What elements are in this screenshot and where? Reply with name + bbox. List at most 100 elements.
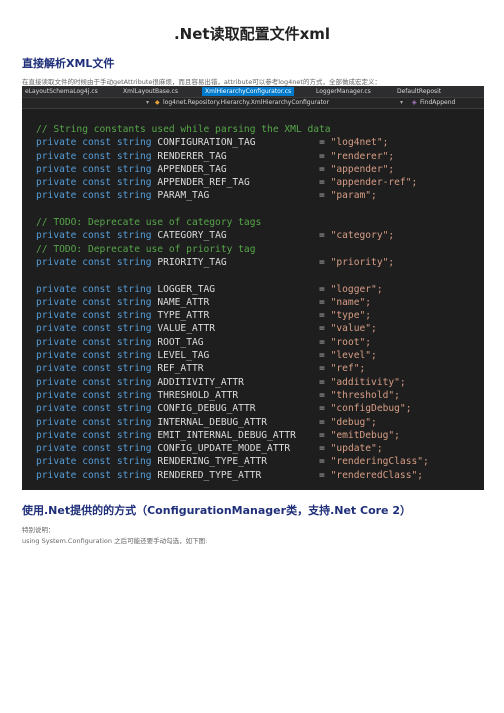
editor-tab[interactable]: LoggerManager.cs <box>313 87 374 96</box>
section-note: 在直接读取文件的时候由于手动getAttribute很麻烦，而且容易出错，att… <box>22 78 381 86</box>
code-line: private const string RENDERING_TYPE_ATTR… <box>36 455 429 468</box>
code-line: private const string CONFIG_UPDATE_MODE_… <box>36 442 429 455</box>
code-line: // TODO: Deprecate use of category tags <box>36 216 429 229</box>
code-identifier: CONFIG_UPDATE_MODE_ATTR <box>157 443 291 455</box>
code-keyword: private const string <box>36 283 152 295</box>
code-string: "level"; <box>330 350 377 362</box>
dropdown-arrow-icon[interactable]: ▾ <box>146 98 149 108</box>
code-padding <box>261 470 319 481</box>
code-identifier: NAME_ATTR <box>157 296 210 308</box>
code-string: "category"; <box>330 230 395 242</box>
class-icon: ◆ <box>155 99 160 106</box>
code-operator: = <box>319 323 331 335</box>
code-string: "priority"; <box>330 256 395 268</box>
code-identifier: THRESHOLD_ATTR <box>157 389 239 401</box>
code-line: private const string EMIT_INTERNAL_DEBUG… <box>36 429 429 442</box>
code-operator: = <box>319 150 331 162</box>
editor-tab-active[interactable]: XmlHierarchyConfigurator.cs <box>202 87 295 96</box>
code-operator: = <box>319 469 331 481</box>
code-identifier: VALUE_ATTR <box>157 323 216 335</box>
code-identifier: LEVEL_TAG <box>157 350 210 362</box>
code-operator: = <box>319 283 331 295</box>
code-padding <box>215 323 319 334</box>
code-keyword: private const string <box>36 150 152 162</box>
code-identifier: RENDERED_TYPE_ATTR <box>157 469 262 481</box>
code-string: "debug"; <box>330 416 377 428</box>
code-operator: = <box>319 230 331 242</box>
section-heading-configuration-manager: 使用.Net提供的的方式（ConfigurationManager类，支持.Ne… <box>22 504 412 517</box>
code-line: private const string VALUE_ATTR = "value… <box>36 322 429 335</box>
nav-member-dropdown[interactable]: FindAppend <box>420 98 455 108</box>
editor-tab-bar: eLayoutSchemaLog4j.cs XmlLayoutBase.cs X… <box>22 86 484 98</box>
section-heading-parse-xml: 直接解析XML文件 <box>22 57 115 70</box>
code-line: private const string INTERNAL_DEBUG_ATTR… <box>36 416 429 429</box>
editor-tab[interactable]: eLayoutSchemaLog4j.cs <box>22 87 101 96</box>
code-string: "renderedClass"; <box>330 469 424 481</box>
editor-tab[interactable]: XmlLayoutBase.cs <box>120 87 181 96</box>
code-padding <box>227 257 319 268</box>
code-identifier: CATEGORY_TAG <box>157 230 227 242</box>
special-note-label: 特别说明： <box>22 526 55 534</box>
code-identifier: EMIT_INTERNAL_DEBUG_ATTR <box>157 429 296 441</box>
code-padding <box>227 151 319 162</box>
code-keyword: private const string <box>36 137 152 149</box>
code-line: private const string APPENDER_TAG = "app… <box>36 163 429 176</box>
dropdown-arrow-icon[interactable]: ▾ <box>400 98 403 108</box>
code-identifier: APPENDER_TAG <box>157 163 227 175</box>
code-line: private const string CONFIG_DEBUG_ATTR =… <box>36 402 429 415</box>
code-string: "additivity"; <box>330 376 406 388</box>
code-identifier: APPENDER_REF_TAG <box>157 177 250 189</box>
code-padding <box>227 164 319 175</box>
code-line: // TODO: Deprecate use of priority tag <box>36 243 429 256</box>
code-padding <box>296 430 319 441</box>
code-keyword: private const string <box>36 416 152 428</box>
code-keyword: private const string <box>36 256 152 268</box>
code-padding <box>267 417 319 428</box>
code-line: // String constants used while parsing t… <box>36 123 429 136</box>
code-keyword: private const string <box>36 363 152 375</box>
code-operator: = <box>319 177 331 189</box>
code-keyword: private const string <box>36 177 152 189</box>
code-operator: = <box>319 310 331 322</box>
code-keyword: private const string <box>36 443 152 455</box>
code-operator: = <box>319 256 331 268</box>
code-block: // String constants used while parsing t… <box>36 123 429 482</box>
code-line: private const string RENDERED_TYPE_ATTR … <box>36 469 429 482</box>
code-padding <box>209 310 319 321</box>
code-operator: = <box>319 163 331 175</box>
code-string: "name"; <box>330 296 372 308</box>
code-line: private const string PARAM_TAG = "param"… <box>36 189 429 202</box>
code-operator: = <box>319 296 331 308</box>
code-identifier: ROOT_TAG <box>157 336 204 348</box>
code-line: private const string NAME_ATTR = "name"; <box>36 296 429 309</box>
special-note-text: using System.Configuration 之后可能还要手动勾选，如下… <box>22 537 208 545</box>
code-string: "type"; <box>330 310 372 322</box>
code-line: private const string LOGGER_TAG = "logge… <box>36 283 429 296</box>
editor-tab[interactable]: DefaultReposit <box>394 87 444 96</box>
code-line: private const string ADDITIVITY_ATTR = "… <box>36 376 429 389</box>
code-operator: = <box>319 429 331 441</box>
code-padding <box>204 337 320 348</box>
method-icon: ◈ <box>412 99 417 106</box>
code-keyword: private const string <box>36 163 152 175</box>
code-keyword: private const string <box>36 310 152 322</box>
nav-class-dropdown[interactable]: log4net.Repository.Hierarchy.XmlHierarch… <box>163 98 329 108</box>
code-comment: // String constants used while parsing t… <box>36 124 331 135</box>
code-operator: = <box>319 363 331 375</box>
code-keyword: private const string <box>36 350 152 362</box>
code-identifier: RENDERER_TAG <box>157 150 227 162</box>
code-identifier: CONFIG_DEBUG_ATTR <box>157 403 256 415</box>
code-string: "appender"; <box>330 163 395 175</box>
code-line: private const string TYPE_ATTR = "type"; <box>36 309 429 322</box>
code-line: private const string APPENDER_REF_TAG = … <box>36 176 429 189</box>
code-padding <box>227 230 319 241</box>
code-string: "renderer"; <box>330 150 395 162</box>
code-string: "update"; <box>330 443 383 455</box>
code-identifier: TYPE_ATTR <box>157 310 210 322</box>
code-keyword: private const string <box>36 296 152 308</box>
page-title: .Net读取配置文件xml <box>173 25 331 43</box>
code-line: private const string ROOT_TAG = "root"; <box>36 336 429 349</box>
code-line: private const string CONFIGURATION_TAG =… <box>36 136 429 149</box>
code-operator: = <box>319 376 331 388</box>
